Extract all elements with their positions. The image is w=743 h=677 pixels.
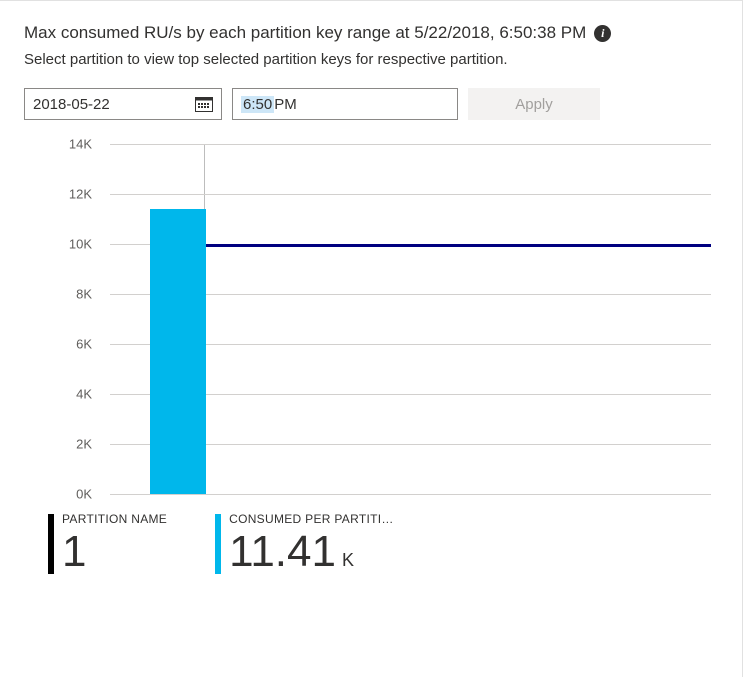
ru-chart: 0K 2K 4K 6K 8K 10K 12K 14K <box>24 136 718 504</box>
gridline <box>110 494 711 495</box>
chart-title-row: Max consumed RU/s by each partition key … <box>24 23 718 43</box>
bar-partition[interactable] <box>150 209 206 494</box>
metric-consumed: CONSUMED PER PARTITI… 11.41 K <box>215 512 394 574</box>
metric-row: PARTITION NAME 1 CONSUMED PER PARTITI… 1… <box>24 512 718 574</box>
y-tick-label: 10K <box>24 237 104 252</box>
y-tick-label: 4K <box>24 387 104 402</box>
metric-unit: K <box>342 550 354 570</box>
chart-title: Max consumed RU/s by each partition key … <box>24 23 586 43</box>
metric-partition-name: PARTITION NAME 1 <box>48 512 167 574</box>
y-tick-label: 14K <box>24 137 104 152</box>
apply-label: Apply <box>515 96 553 113</box>
plot-area <box>110 144 712 494</box>
apply-button[interactable]: Apply <box>468 88 600 120</box>
y-tick-label: 12K <box>24 187 104 202</box>
date-input[interactable]: 2018-05-22 <box>24 88 222 120</box>
y-tick-label: 0K <box>24 487 104 502</box>
time-hour: 6:50 <box>241 96 274 113</box>
metric-label: PARTITION NAME <box>62 512 167 526</box>
gridline <box>110 144 711 145</box>
metric-accent-bar <box>48 514 54 574</box>
time-input[interactable]: 6:50 PM <box>232 88 458 120</box>
metric-accent-bar <box>215 514 221 574</box>
threshold-line <box>206 244 711 247</box>
y-tick-label: 6K <box>24 337 104 352</box>
metric-label: CONSUMED PER PARTITI… <box>229 512 394 526</box>
gridline <box>110 194 711 195</box>
y-tick-label: 2K <box>24 437 104 452</box>
filter-controls: 2018-05-22 6:50 PM Apply <box>24 88 718 120</box>
metric-value: 11.41 K <box>229 530 394 574</box>
y-tick-label: 8K <box>24 287 104 302</box>
metric-number: 11.41 <box>229 527 336 576</box>
info-icon[interactable]: i <box>594 25 611 42</box>
date-value: 2018-05-22 <box>33 96 110 113</box>
time-ampm: PM <box>274 96 297 113</box>
chart-subtitle: Select partition to view top selected pa… <box>24 51 718 68</box>
calendar-icon[interactable] <box>195 96 213 112</box>
metric-value: 1 <box>62 530 167 574</box>
